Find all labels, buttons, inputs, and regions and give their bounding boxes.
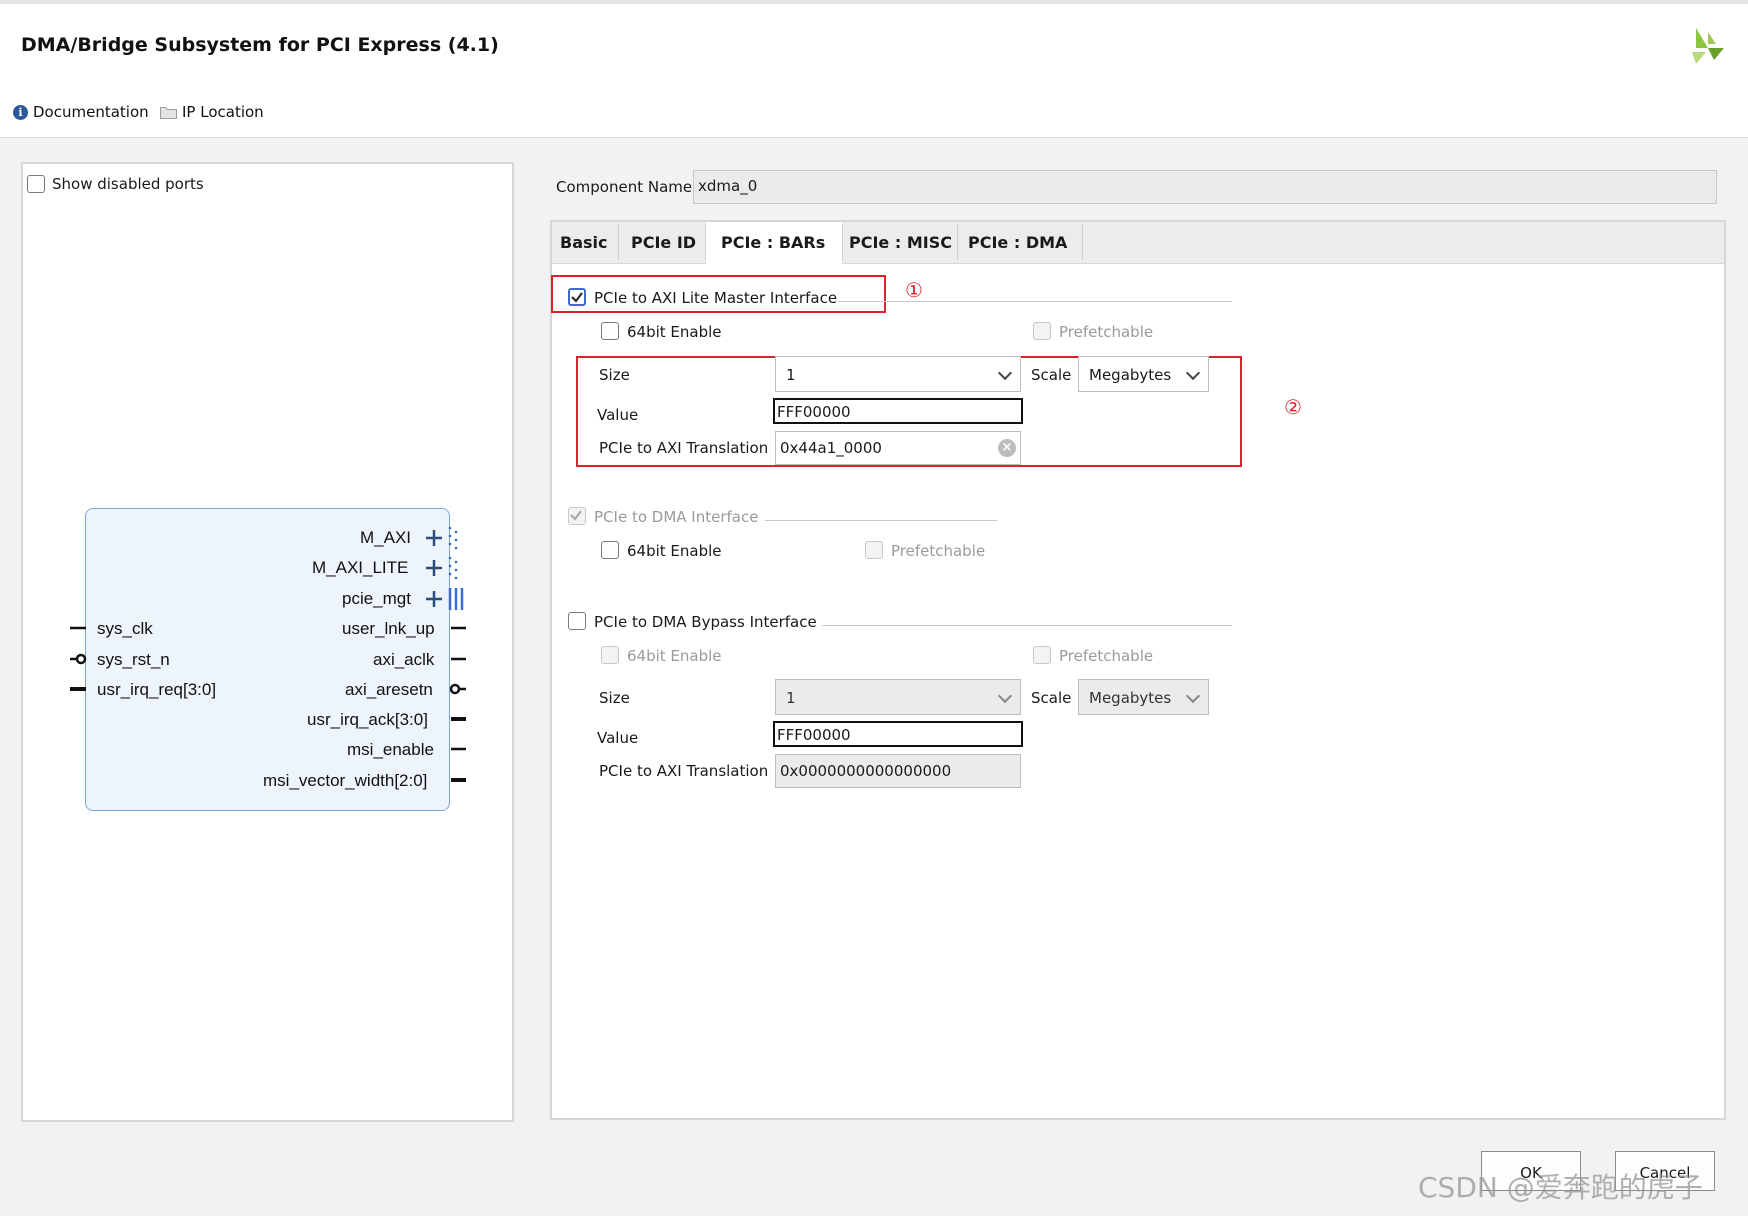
documentation-label: Documentation (33, 103, 149, 121)
dma-bypass-translation-label: PCIe to AXI Translation (599, 762, 769, 780)
documentation-link[interactable]: i Documentation (13, 103, 149, 121)
bus-port-connectors (426, 526, 464, 610)
component-name-label: Component Name (556, 178, 693, 196)
tab-pcie-id[interactable]: PCIe ID (631, 222, 696, 264)
port-sys-clk: sys_clk (97, 619, 153, 638)
dma-bypass-value-label: Value (597, 729, 639, 747)
xilinx-logo-icon (1692, 28, 1724, 64)
port-pcie-mgt: pcie_mgt (342, 589, 411, 608)
dma-64bit-checkbox[interactable] (601, 541, 619, 559)
tab-pcie-dma[interactable]: PCIe : DMA (968, 222, 1067, 264)
axi-lite-scale-select[interactable]: Megabytes (1078, 356, 1209, 392)
dma-bypass-prefetchable-checkbox[interactable] (1033, 646, 1051, 664)
port-m-axi: M_AXI (360, 528, 412, 547)
tab-basic[interactable]: Basic (560, 222, 607, 264)
axi-lite-master-label: PCIe to AXI Lite Master Interface (594, 289, 838, 307)
dialog-title: DMA/Bridge Subsystem for PCI Express (4.… (21, 34, 499, 56)
axi-lite-value-label: Value (597, 406, 639, 424)
annotation-marker-1: ① (905, 278, 923, 302)
section-divider (838, 301, 1232, 302)
dma-prefetchable-label: Prefetchable (891, 542, 986, 560)
dma-bypass-size-label: Size (599, 689, 630, 707)
dma-bypass-size-select[interactable]: 1 (775, 679, 1021, 715)
port-usr-irq-req: usr_irq_req[3:0] (97, 680, 217, 699)
annotation-marker-2: ② (1284, 395, 1302, 419)
axi-lite-size-select[interactable]: 1 (775, 356, 1021, 392)
dma-bypass-scale-value: Megabytes (1089, 689, 1172, 707)
chevron-down-icon (997, 365, 1013, 381)
port-user-lnk-up: user_lnk_up (342, 619, 435, 638)
tab-separator (842, 224, 843, 260)
axi-lite-scale-value: Megabytes (1089, 366, 1172, 384)
section-divider (822, 625, 1232, 626)
watermark: CSDN @爱奔跑的虎子 (1418, 1171, 1703, 1204)
info-icon: i (13, 104, 28, 120)
port-msi-enable: msi_enable (347, 740, 434, 759)
show-disabled-ports-label: Show disabled ports (52, 175, 204, 193)
ip-location-link[interactable]: IP Location (160, 103, 264, 121)
dma-bypass-prefetchable-label: Prefetchable (1059, 647, 1154, 665)
clear-icon[interactable]: × (998, 439, 1016, 457)
dma-bypass-size-value: 1 (786, 689, 796, 707)
tab-pcie-bars[interactable]: PCIe : BARs (706, 222, 842, 265)
axi-lite-translation-label: PCIe to AXI Translation (599, 439, 769, 457)
dma-bypass-64bit-checkbox[interactable] (601, 646, 619, 664)
axi-lite-size-label: Size (599, 366, 630, 384)
dma-prefetchable-checkbox[interactable] (865, 541, 883, 559)
dma-64bit-label: 64bit Enable (627, 542, 722, 560)
tab-separator (957, 224, 958, 260)
dma-bypass-label: PCIe to DMA Bypass Interface (594, 613, 817, 631)
checkmark-icon (570, 510, 582, 521)
port-usr-irq-ack: usr_irq_ack[3:0] (307, 710, 428, 729)
axi-lite-value-field[interactable]: FFF00000 (773, 398, 1023, 424)
dma-interface-checkbox[interactable] (568, 507, 586, 525)
dma-bypass-value-field[interactable]: FFF00000 (773, 721, 1023, 747)
dma-bypass-scale-select[interactable]: Megabytes (1078, 679, 1209, 715)
chevron-down-icon (997, 688, 1013, 704)
left-port-pins (70, 626, 87, 691)
right-port-pins (449, 626, 466, 782)
axi-lite-size-value: 1 (786, 366, 796, 384)
port-m-axi-lite: M_AXI_LITE (312, 558, 409, 577)
show-disabled-ports-checkbox[interactable] (27, 175, 45, 193)
tab-content-panel (550, 220, 1726, 1120)
axi-lite-master-checkbox[interactable] (568, 288, 586, 306)
tab-separator (1082, 224, 1083, 260)
axi-lite-prefetchable-label: Prefetchable (1059, 323, 1154, 341)
chevron-down-icon (1185, 365, 1201, 381)
tab-separator (618, 224, 619, 260)
port-axi-aresetn: axi_aresetn (345, 680, 433, 699)
axi-lite-scale-label: Scale (1031, 366, 1072, 384)
ip-location-label: IP Location (182, 103, 264, 121)
dma-interface-label: PCIe to DMA Interface (594, 508, 759, 526)
axi-lite-64bit-label: 64bit Enable (627, 323, 722, 341)
checkmark-icon (571, 292, 583, 303)
axi-lite-translation-input[interactable]: 0x44a1_0000 × (775, 431, 1021, 465)
dma-bypass-translation-input[interactable]: 0x0000000000000000 (775, 754, 1021, 788)
port-sys-rst-n: sys_rst_n (97, 650, 170, 669)
tab-pcie-misc[interactable]: PCIe : MISC (849, 222, 952, 264)
component-name-input[interactable]: xdma_0 (693, 170, 1717, 204)
port-msi-vector-width: msi_vector_width[2:0] (263, 771, 428, 790)
section-divider (765, 520, 997, 521)
folder-icon (160, 106, 177, 119)
dma-bypass-scale-label: Scale (1031, 689, 1072, 707)
dma-bypass-checkbox[interactable] (568, 612, 586, 630)
port-axi-aclk: axi_aclk (373, 650, 435, 669)
axi-lite-prefetchable-checkbox[interactable] (1033, 322, 1051, 340)
axi-lite-translation-value: 0x44a1_0000 (780, 439, 882, 457)
chevron-down-icon (1185, 688, 1201, 704)
dma-bypass-64bit-label: 64bit Enable (627, 647, 722, 665)
axi-lite-64bit-checkbox[interactable] (601, 322, 619, 340)
